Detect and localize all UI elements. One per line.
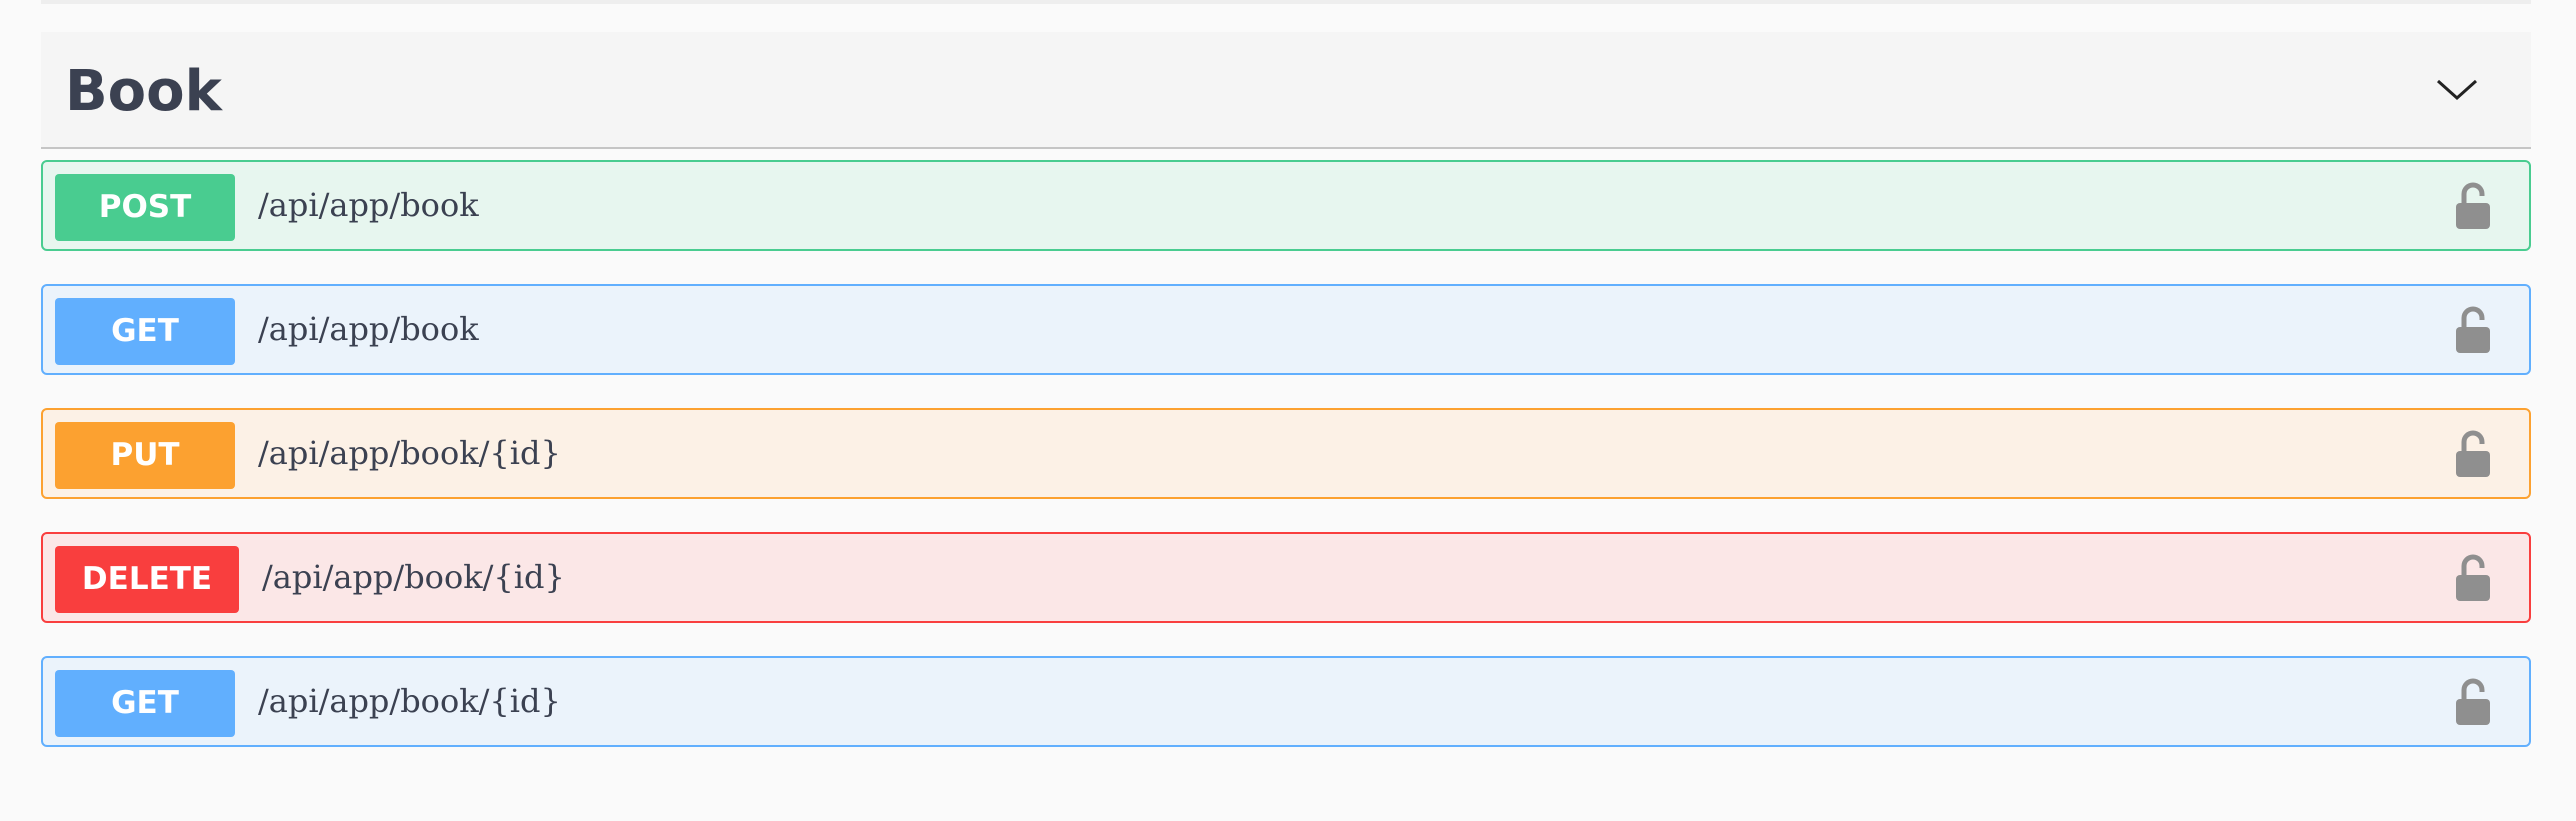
tag-title: Book <box>65 59 222 124</box>
method-badge: GET <box>55 670 235 737</box>
unlocked-lock-icon[interactable] <box>2455 430 2491 478</box>
method-badge: POST <box>55 174 235 241</box>
operation-path: /api/app/book/{id} <box>262 558 565 596</box>
unlocked-lock-icon[interactable] <box>2455 554 2491 602</box>
tag-header[interactable]: Book <box>41 32 2531 149</box>
operation-path: /api/app/book <box>258 310 479 348</box>
operation-get-book-by-id[interactable]: GET /api/app/book/{id} <box>41 656 2531 747</box>
unlocked-lock-icon[interactable] <box>2455 306 2491 354</box>
unlocked-lock-icon[interactable] <box>2455 678 2491 726</box>
operation-path: /api/app/book/{id} <box>258 682 561 720</box>
chevron-down-icon[interactable] <box>2435 72 2479 104</box>
unlocked-lock-icon[interactable] <box>2455 182 2491 230</box>
operation-put-book[interactable]: PUT /api/app/book/{id} <box>41 408 2531 499</box>
method-badge: PUT <box>55 422 235 489</box>
method-badge: DELETE <box>55 546 239 613</box>
operation-get-book-list[interactable]: GET /api/app/book <box>41 284 2531 375</box>
operation-post-book[interactable]: POST /api/app/book <box>41 160 2531 251</box>
method-badge: GET <box>55 298 235 365</box>
operation-path: /api/app/book/{id} <box>258 434 561 472</box>
operation-delete-book[interactable]: DELETE /api/app/book/{id} <box>41 532 2531 623</box>
operation-path: /api/app/book <box>258 186 479 224</box>
operations-list: POST /api/app/book GET /api/app/book PUT… <box>41 160 2531 747</box>
top-divider <box>41 0 2531 4</box>
tag-section-book: Book POST /api/app/book GET /api/app/boo… <box>41 32 2531 780</box>
